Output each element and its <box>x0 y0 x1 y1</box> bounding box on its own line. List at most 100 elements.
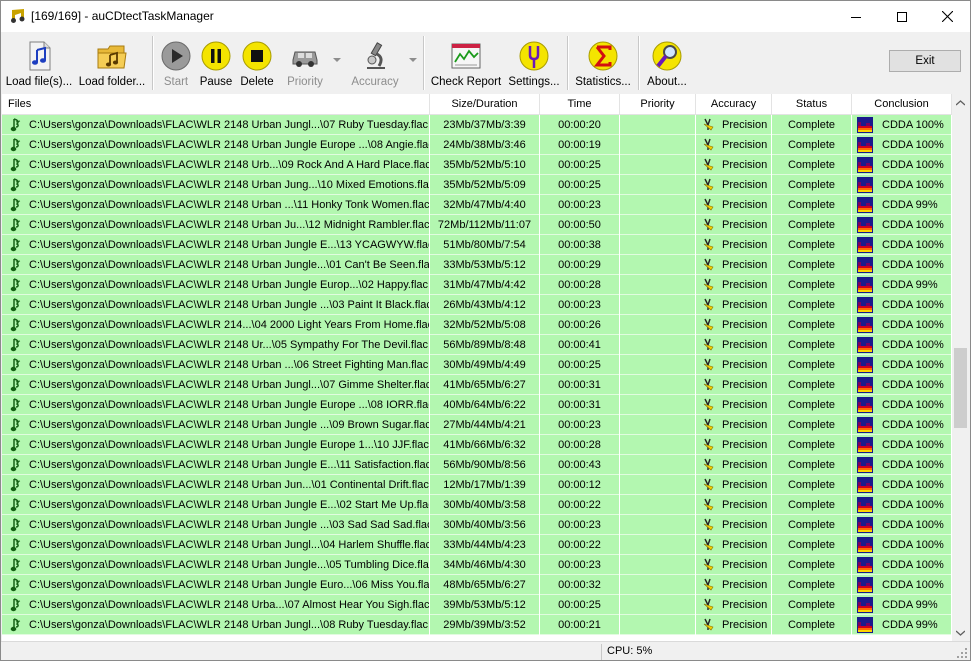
column-header-priority[interactable]: Priority <box>620 94 696 114</box>
table-row[interactable]: C:\Users\gonza\Downloads\FLAC\WLR 2148 U… <box>2 535 952 555</box>
resize-grip-icon[interactable] <box>956 647 968 659</box>
check-report-button[interactable]: Check Report <box>429 36 503 92</box>
toolbar: Load file(s)... Load folder... Start Pau… <box>1 32 970 94</box>
size-duration: 72Mb/112Mb/11:07 <box>437 219 532 231</box>
table-row[interactable]: C:\Users\gonza\Downloads\FLAC\WLR 2148 U… <box>2 595 952 615</box>
file-cell: C:\Users\gonza\Downloads\FLAC\WLR 2148 U… <box>2 615 430 635</box>
accuracy-dropdown-icon[interactable] <box>409 56 417 64</box>
music-note-icon <box>10 218 21 232</box>
table-row[interactable]: C:\Users\gonza\Downloads\FLAC\WLR 2148 U… <box>2 615 952 635</box>
table-row[interactable]: C:\Users\gonza\Downloads\FLAC\WLR 2148 U… <box>2 215 952 235</box>
status-value: Complete <box>787 339 836 351</box>
music-note-icon <box>10 378 21 392</box>
table-row[interactable]: C:\Users\gonza\Downloads\FLAC\WLR 2148 U… <box>2 135 952 155</box>
column-header-files[interactable]: Files <box>2 94 430 114</box>
table-row[interactable]: C:\Users\gonza\Downloads\FLAC\WLR 2148 U… <box>2 175 952 195</box>
table-row[interactable]: C:\Users\gonza\Downloads\FLAC\WLR 214...… <box>2 315 952 335</box>
exit-button[interactable]: Exit <box>889 50 961 72</box>
conclusion-cell: CDDA 100% <box>852 475 952 495</box>
load-folder-button[interactable]: Load folder... <box>75 36 149 92</box>
file-list[interactable]: Files Size/Duration Time Priority Accura… <box>2 94 952 641</box>
pause-button[interactable]: Pause <box>197 36 235 92</box>
close-button[interactable] <box>924 1 970 32</box>
status-value: Complete <box>787 419 836 431</box>
size-duration: 31Mb/47Mb/4:42 <box>443 279 526 291</box>
priority-cell <box>620 335 696 355</box>
table-row[interactable]: C:\Users\gonza\Downloads\FLAC\WLR 2148 U… <box>2 395 952 415</box>
conclusion-value: CDDA 100% <box>882 219 944 231</box>
table-row[interactable]: C:\Users\gonza\Downloads\FLAC\WLR 2148 U… <box>2 255 952 275</box>
accuracy-cell: Precision <box>696 255 772 275</box>
table-row[interactable]: C:\Users\gonza\Downloads\FLAC\WLR 2148 U… <box>2 515 952 535</box>
table-row[interactable]: C:\Users\gonza\Downloads\FLAC\WLR 2148 U… <box>2 235 952 255</box>
size-duration-cell: 12Mb/17Mb/1:39 <box>430 475 540 495</box>
table-row[interactable]: C:\Users\gonza\Downloads\FLAC\WLR 2148 U… <box>2 495 952 515</box>
conclusion-cell: CDDA 100% <box>852 375 952 395</box>
tuning-fork-icon <box>703 398 714 411</box>
file-path: C:\Users\gonza\Downloads\FLAC\WLR 2148 U… <box>29 519 430 531</box>
table-row[interactable]: C:\Users\gonza\Downloads\FLAC\WLR 2148 U… <box>2 275 952 295</box>
statistics-button[interactable]: Statistics... <box>573 36 633 92</box>
size-duration-cell: 26Mb/43Mb/4:12 <box>430 295 540 315</box>
priority-cell <box>620 115 696 135</box>
load-files-button[interactable]: Load file(s)... <box>3 36 75 92</box>
accuracy-button[interactable]: Accuracy <box>349 36 401 92</box>
table-row[interactable]: C:\Users\gonza\Downloads\FLAC\WLR 2148 U… <box>2 435 952 455</box>
spectrogram-icon <box>857 537 873 553</box>
column-header-size[interactable]: Size/Duration <box>430 94 540 114</box>
table-row[interactable]: C:\Users\gonza\Downloads\FLAC\WLR 2148 U… <box>2 355 952 375</box>
check-report-label: Check Report <box>430 76 502 88</box>
file-path: C:\Users\gonza\Downloads\FLAC\WLR 2148 U… <box>29 119 429 131</box>
table-row[interactable]: C:\Users\gonza\Downloads\FLAC\WLR 2148 U… <box>2 335 952 355</box>
table-row[interactable]: C:\Users\gonza\Downloads\FLAC\WLR 2148 U… <box>2 195 952 215</box>
table-row[interactable]: C:\Users\gonza\Downloads\FLAC\WLR 2148 U… <box>2 575 952 595</box>
table-row[interactable]: C:\Users\gonza\Downloads\FLAC\WLR 2148 U… <box>2 455 952 475</box>
table-row[interactable]: C:\Users\gonza\Downloads\FLAC\WLR 2148 U… <box>2 295 952 315</box>
conclusion-cell: CDDA 100% <box>852 115 952 135</box>
tuning-fork-icon <box>703 598 714 611</box>
scrollbar-thumb[interactable] <box>954 348 967 428</box>
table-row[interactable]: C:\Users\gonza\Downloads\FLAC\WLR 2148 U… <box>2 555 952 575</box>
tuning-fork-icon <box>703 538 714 551</box>
file-path: C:\Users\gonza\Downloads\FLAC\WLR 2148 U… <box>29 459 430 471</box>
size-duration-cell: 51Mb/80Mb/7:54 <box>430 235 540 255</box>
table-row[interactable]: C:\Users\gonza\Downloads\FLAC\WLR 2148 U… <box>2 115 952 135</box>
scroll-down-button[interactable] <box>952 624 969 641</box>
file-path: C:\Users\gonza\Downloads\FLAC\WLR 2148 U… <box>29 579 430 591</box>
maximize-button[interactable] <box>879 1 925 32</box>
tuning-fork-icon <box>703 458 714 471</box>
delete-button[interactable]: Delete <box>237 36 277 92</box>
settings-button[interactable]: Settings... <box>505 36 563 92</box>
vertical-scrollbar[interactable] <box>952 94 969 641</box>
status-value: Complete <box>787 219 836 231</box>
scroll-up-button[interactable] <box>952 94 969 111</box>
accuracy-cell: Precision <box>696 475 772 495</box>
conclusion-cell: CDDA 100% <box>852 575 952 595</box>
music-note-icon <box>10 578 21 592</box>
tuning-fork-icon <box>703 438 714 451</box>
minimize-button[interactable] <box>833 1 879 32</box>
priority-dropdown-icon[interactable] <box>333 56 341 64</box>
time-cell: 00:00:28 <box>540 275 620 295</box>
accuracy-cell: Precision <box>696 175 772 195</box>
table-row[interactable]: C:\Users\gonza\Downloads\FLAC\WLR 2148 U… <box>2 475 952 495</box>
table-row[interactable]: C:\Users\gonza\Downloads\FLAC\WLR 2148 U… <box>2 375 952 395</box>
column-header-status[interactable]: Status <box>772 94 852 114</box>
file-cell: C:\Users\gonza\Downloads\FLAC\WLR 2148 U… <box>2 455 430 475</box>
about-button[interactable]: About... <box>643 36 691 92</box>
list-rows: C:\Users\gonza\Downloads\FLAC\WLR 2148 U… <box>2 115 952 635</box>
file-path: C:\Users\gonza\Downloads\FLAC\WLR 2148 U… <box>29 439 429 451</box>
elapsed-time: 00:00:43 <box>558 459 601 471</box>
size-duration-cell: 39Mb/53Mb/5:12 <box>430 595 540 615</box>
start-button[interactable]: Start <box>156 36 196 92</box>
status-value: Complete <box>787 179 836 191</box>
time-cell: 00:00:41 <box>540 335 620 355</box>
priority-button[interactable]: Priority <box>281 36 329 92</box>
table-row[interactable]: C:\Users\gonza\Downloads\FLAC\WLR 2148 U… <box>2 155 952 175</box>
size-duration: 24Mb/38Mb/3:46 <box>443 139 526 151</box>
column-header-accuracy[interactable]: Accuracy <box>696 94 772 114</box>
table-row[interactable]: C:\Users\gonza\Downloads\FLAC\WLR 2148 U… <box>2 415 952 435</box>
size-duration: 12Mb/17Mb/1:39 <box>443 479 526 491</box>
column-header-time[interactable]: Time <box>540 94 620 114</box>
column-header-conclusion[interactable]: Conclusion <box>852 94 952 114</box>
